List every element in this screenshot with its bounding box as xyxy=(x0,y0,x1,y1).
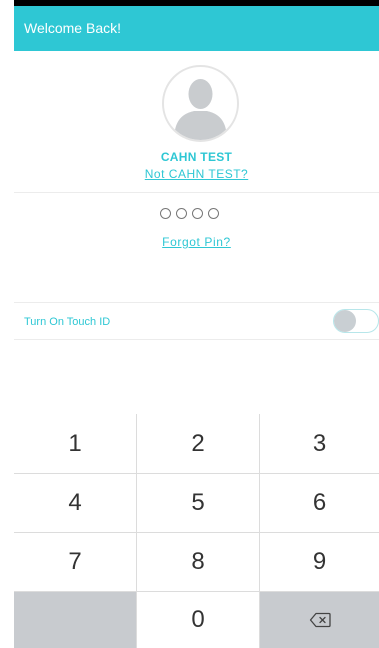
key-6[interactable]: 6 xyxy=(260,474,379,532)
keypad-divider xyxy=(136,414,137,648)
backspace-icon xyxy=(309,612,331,628)
pin-dot xyxy=(208,208,219,219)
person-silhouette-icon xyxy=(174,79,227,140)
key-blank xyxy=(14,592,136,648)
backspace-key[interactable] xyxy=(260,592,379,648)
divider xyxy=(14,339,379,340)
numeric-keypad: 1 2 3 4 5 6 7 8 9 0 xyxy=(14,414,379,648)
user-name: CAHN TEST xyxy=(160,150,233,164)
touch-id-label: Turn On Touch ID xyxy=(24,316,111,328)
avatar xyxy=(162,65,239,142)
pin-indicator xyxy=(0,208,379,219)
key-3[interactable]: 3 xyxy=(260,414,379,473)
key-1[interactable]: 1 xyxy=(14,414,136,473)
key-5[interactable]: 5 xyxy=(137,474,259,532)
keypad-divider xyxy=(259,414,260,648)
key-8[interactable]: 8 xyxy=(137,533,259,591)
key-4[interactable]: 4 xyxy=(14,474,136,532)
divider xyxy=(14,302,379,303)
pin-dot xyxy=(192,208,203,219)
not-user-link[interactable]: Not CAHN TEST? xyxy=(14,167,379,181)
forgot-pin-link[interactable]: Forgot Pin? xyxy=(14,235,379,249)
pin-dot xyxy=(160,208,171,219)
keypad-divider xyxy=(14,591,379,592)
key-2[interactable]: 2 xyxy=(137,414,259,473)
toggle-knob xyxy=(334,310,356,332)
pin-dot xyxy=(176,208,187,219)
divider xyxy=(14,192,379,193)
keypad-divider xyxy=(14,473,379,474)
key-7[interactable]: 7 xyxy=(14,533,136,591)
touch-id-toggle[interactable] xyxy=(333,309,379,333)
header-title: Welcome Back! xyxy=(24,20,121,36)
keypad-divider xyxy=(14,532,379,533)
key-0[interactable]: 0 xyxy=(137,592,259,648)
key-9[interactable]: 9 xyxy=(260,533,379,591)
app-header: Welcome Back! xyxy=(14,6,379,51)
